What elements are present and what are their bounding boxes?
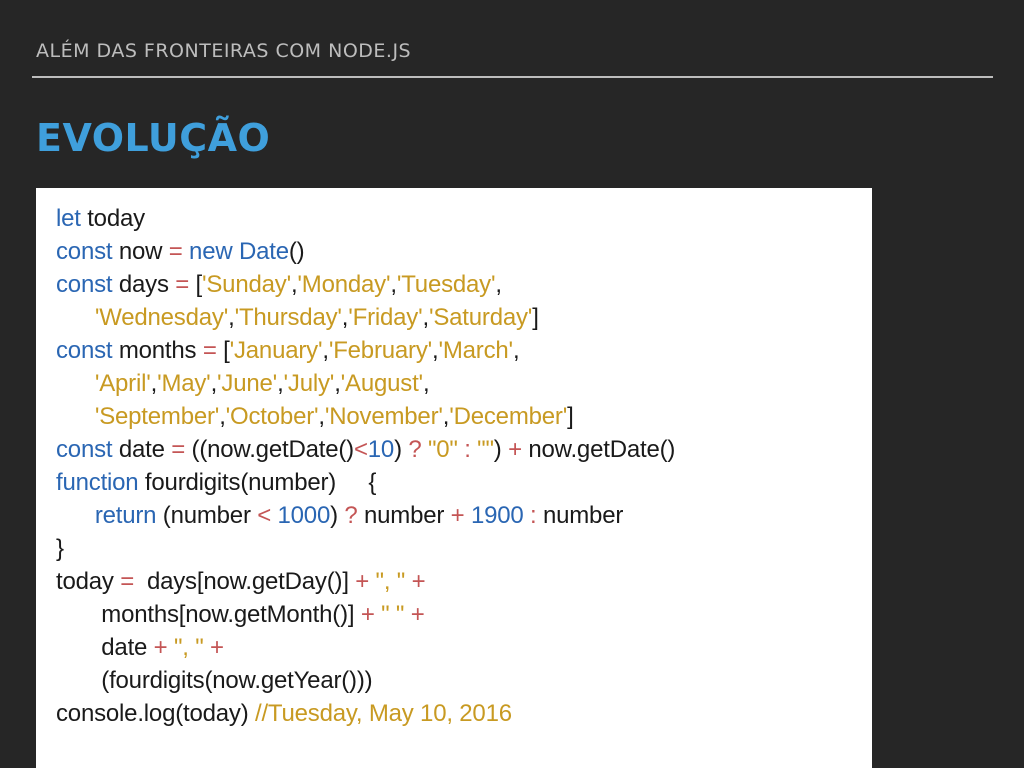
code-line: } [56,535,64,562]
code-line: const date = ((now.getDate()<10) ? "0" :… [56,436,676,463]
code-block: let today const now = new Date() const day… [36,188,872,730]
code-line: 'April','May','June','July','August', [94,370,430,397]
code-line: const months = ['January','February','Ma… [56,337,520,364]
code-line: (fourdigits(now.getYear())) [56,667,373,694]
code-line: months[now.getMonth()] + " " + [56,601,425,628]
code-line: const days = ['Sunday','Monday','Tuesday… [56,271,502,298]
code-line: today = days[now.getDay()] + ", " + [56,568,426,595]
code-line: 'Wednesday','Thursday','Friday','Saturda… [94,304,539,331]
code-line: let today [56,205,145,232]
code-line: console.log(today) //Tuesday, May 10, 20… [56,700,512,727]
code-line: date + ", " + [56,634,224,661]
code-line: 'September','October','November','Decemb… [94,403,574,430]
code-line: const now = new Date() [56,238,305,265]
header-divider [32,76,993,78]
code-screenshot-panel: let today const now = new Date() const day… [36,188,872,768]
code-line: function fourdigits(number) { [56,469,377,496]
slide-header: ALÉM DAS FRONTEIRAS COM NODE.JS [36,40,412,62]
code-line: return (number < 1000) ? number + 1900 :… [94,502,624,529]
slide-title: EVOLUÇÃO [36,116,271,160]
